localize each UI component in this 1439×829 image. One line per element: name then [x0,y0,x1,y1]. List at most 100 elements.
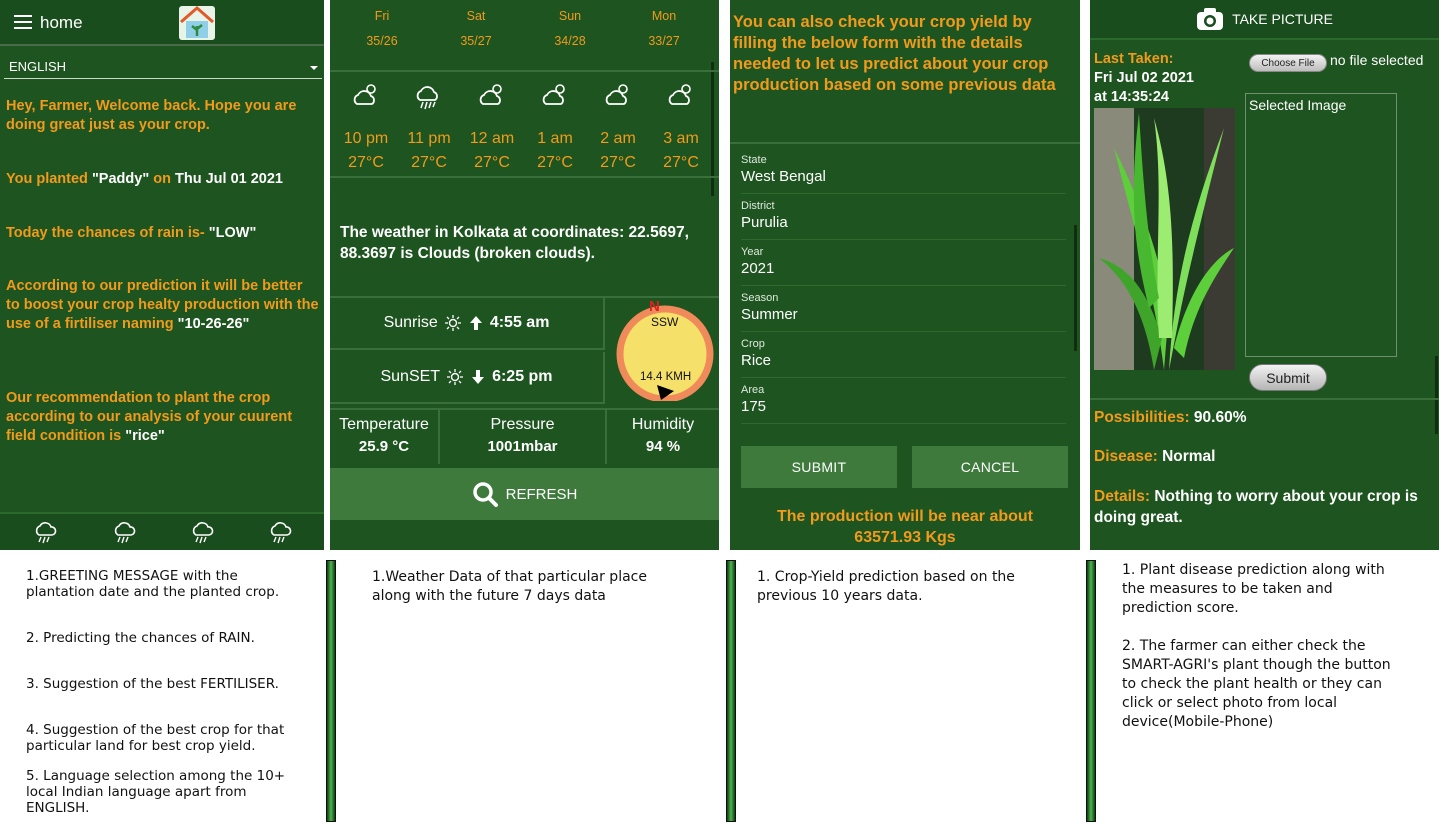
disease-line: Disease: Normal [1094,448,1216,465]
caption-fertiliser: 3. Suggestion of the best FERTILISER. [26,676,279,692]
crop-field[interactable]: Crop Rice [741,338,1066,378]
wind-compass: N SSW 14.4 KMH [616,298,714,403]
scrollbar[interactable] [1074,225,1077,351]
day-temp: 33/27 [648,34,680,48]
selected-image-label: Selected Image [1249,97,1347,113]
cloud-icon [353,84,376,105]
sunrise-row: Sunrise 4:55 am [330,298,605,350]
home-screen: home ENGLISH Hey, Farmer, Welcome back. … [0,0,324,550]
take-picture-button[interactable]: TAKE PICTURE [1090,0,1439,40]
menu-icon[interactable] [14,15,32,29]
language-select[interactable]: ENGLISH [4,55,322,79]
rain-cloud-icon [114,522,136,544]
refresh-label: REFRESH [505,485,578,503]
rain-cloud-icon [35,522,57,544]
possibilities-value: 90.60% [1193,409,1247,426]
caption-yield: 1. Crop-Yield prediction based on the pr… [757,569,1015,604]
hour-item: 11 pm 27°C [399,80,459,175]
area-field[interactable]: Area 175 [741,384,1066,424]
state-field[interactable]: State West Bengal [741,154,1066,194]
season-field[interactable]: Season Summer [741,292,1066,332]
cloud-icon [542,84,565,105]
app-bar: home [0,0,324,46]
search-icon [472,482,498,507]
planted-text: You planted "Paddy" on Thu Jul 01 2021 [6,171,283,187]
refresh-button[interactable]: REFRESH [330,468,719,520]
temperature-stat: Temperature 25.9 °C [330,408,440,464]
disease-value: Normal [1162,448,1216,465]
weather-description: The weather in Kolkata at coordinates: 2… [340,224,689,262]
sun-icon [447,369,464,385]
separator-bar [1086,560,1096,822]
take-picture-label: TAKE PICTURE [1232,11,1333,27]
choose-file-button[interactable]: Choose File [1249,54,1327,72]
weather-screen: Fri Sat Sun Mon 35/26 35/27 34/28 33/27 … [330,0,719,550]
day-label: Fri [374,9,390,23]
recommended-crop: "rice" [125,428,165,444]
cloud-icon [668,84,691,105]
wind-speed: 14.4 KMH [640,371,692,383]
year-field[interactable]: Year 2021 [741,246,1066,286]
day-temp: 35/27 [460,34,492,48]
rain-chance-text: Today the chances of rain is- "LOW" [6,225,257,241]
scrollbar[interactable] [1435,356,1438,434]
humidity-stat: Humidity 94 % [607,408,719,464]
sunset-time: 6:25 pm [492,368,553,385]
day-temp: 35/26 [366,34,398,48]
day-label: Sat [466,9,486,23]
cancel-button[interactable]: CANCEL [912,446,1068,488]
hourly-forecast: 10 pm 27°C 11 pm 27°C 12 am 27°C 1 am 27°C 2… [330,70,719,178]
caption-rain: 2. Predicting the chances of RAIN. [26,630,255,646]
fertiliser-value: "10-26-26" [177,316,250,332]
dropdown-arrow-icon [310,66,318,70]
rain-cloud-icon [416,86,438,110]
disease-screen: TAKE PICTURE Last Taken: Fri Jul 02 2021… [1090,0,1439,550]
submit-button[interactable]: Submit [1249,364,1327,391]
sunset-label: SunSET [380,368,441,385]
greenhouse-logo-icon [179,6,215,40]
greeting-text: Hey, Farmer, Welcome back. Hope you are … [6,98,297,133]
caption-greeting: 1.GREETING MESSAGE with the plantation d… [26,568,280,600]
caption-crop: 4. Suggestion of the best crop for that … [26,722,285,754]
separator-bar [726,560,736,822]
compass-north: N [649,298,660,315]
sunset-row: SunSET 6:25 pm [330,352,605,404]
hour-item: 2 am 27°C [588,80,648,175]
selected-image-box: Selected Image [1245,93,1397,357]
crop-yield-intro: You can also check your crop yield by fi… [733,13,1056,94]
possibilities-line: Possibilities: 90.60% [1094,409,1247,426]
fertiliser-text: According to our prediction it will be b… [6,278,319,332]
day-temp: 34/28 [554,34,586,48]
district-field[interactable]: District Purulia [741,200,1066,240]
file-status: no file selected [1330,52,1424,68]
planted-date: Thu Jul 01 2021 [174,171,283,187]
planted-crop: "Paddy" [91,171,150,187]
hour-item: 10 pm 27°C [336,80,396,175]
last-taken-info: Last Taken: Fri Jul 02 2021 at 14:35:24 [1094,50,1244,107]
sun-icon [444,315,461,331]
submit-button[interactable]: SUBMIT [741,446,897,488]
caption-disease: 1. Plant disease prediction along with t… [1122,562,1385,616]
sunrise-time: 4:55 am [489,314,550,331]
production-value: 63571.93 Kgs [854,529,956,546]
crop-recommendation-text: Our recommendation to plant the crop acc… [6,390,293,444]
caption-language: 5. Language selection among the 10+ loca… [26,768,286,816]
pressure-stat: Pressure 1001mbar [440,408,607,464]
separator-bar [326,560,336,822]
production-result: The production will be near about 63571.… [730,506,1080,548]
day-label: Sun [558,9,582,23]
wind-direction: SSW [651,315,679,329]
day-label: Mon [651,9,677,23]
sunrise-label: Sunrise [383,314,438,331]
cloud-icon [479,84,502,105]
details-line: Details: Nothing to worry about your cro… [1094,488,1418,526]
rain-value: "LOW" [208,225,257,241]
hour-item: 1 am 27°C [525,80,585,175]
arrow-up-icon [469,316,482,330]
forecast-strip [0,512,324,550]
caption-photo: 2. The farmer can either check the SMART… [1122,638,1391,730]
divider [1090,398,1439,400]
hour-item: 3 am 27°C [651,80,711,175]
rain-cloud-icon [192,522,214,544]
last-taken-date: Fri Jul 02 2021 [1094,70,1194,86]
